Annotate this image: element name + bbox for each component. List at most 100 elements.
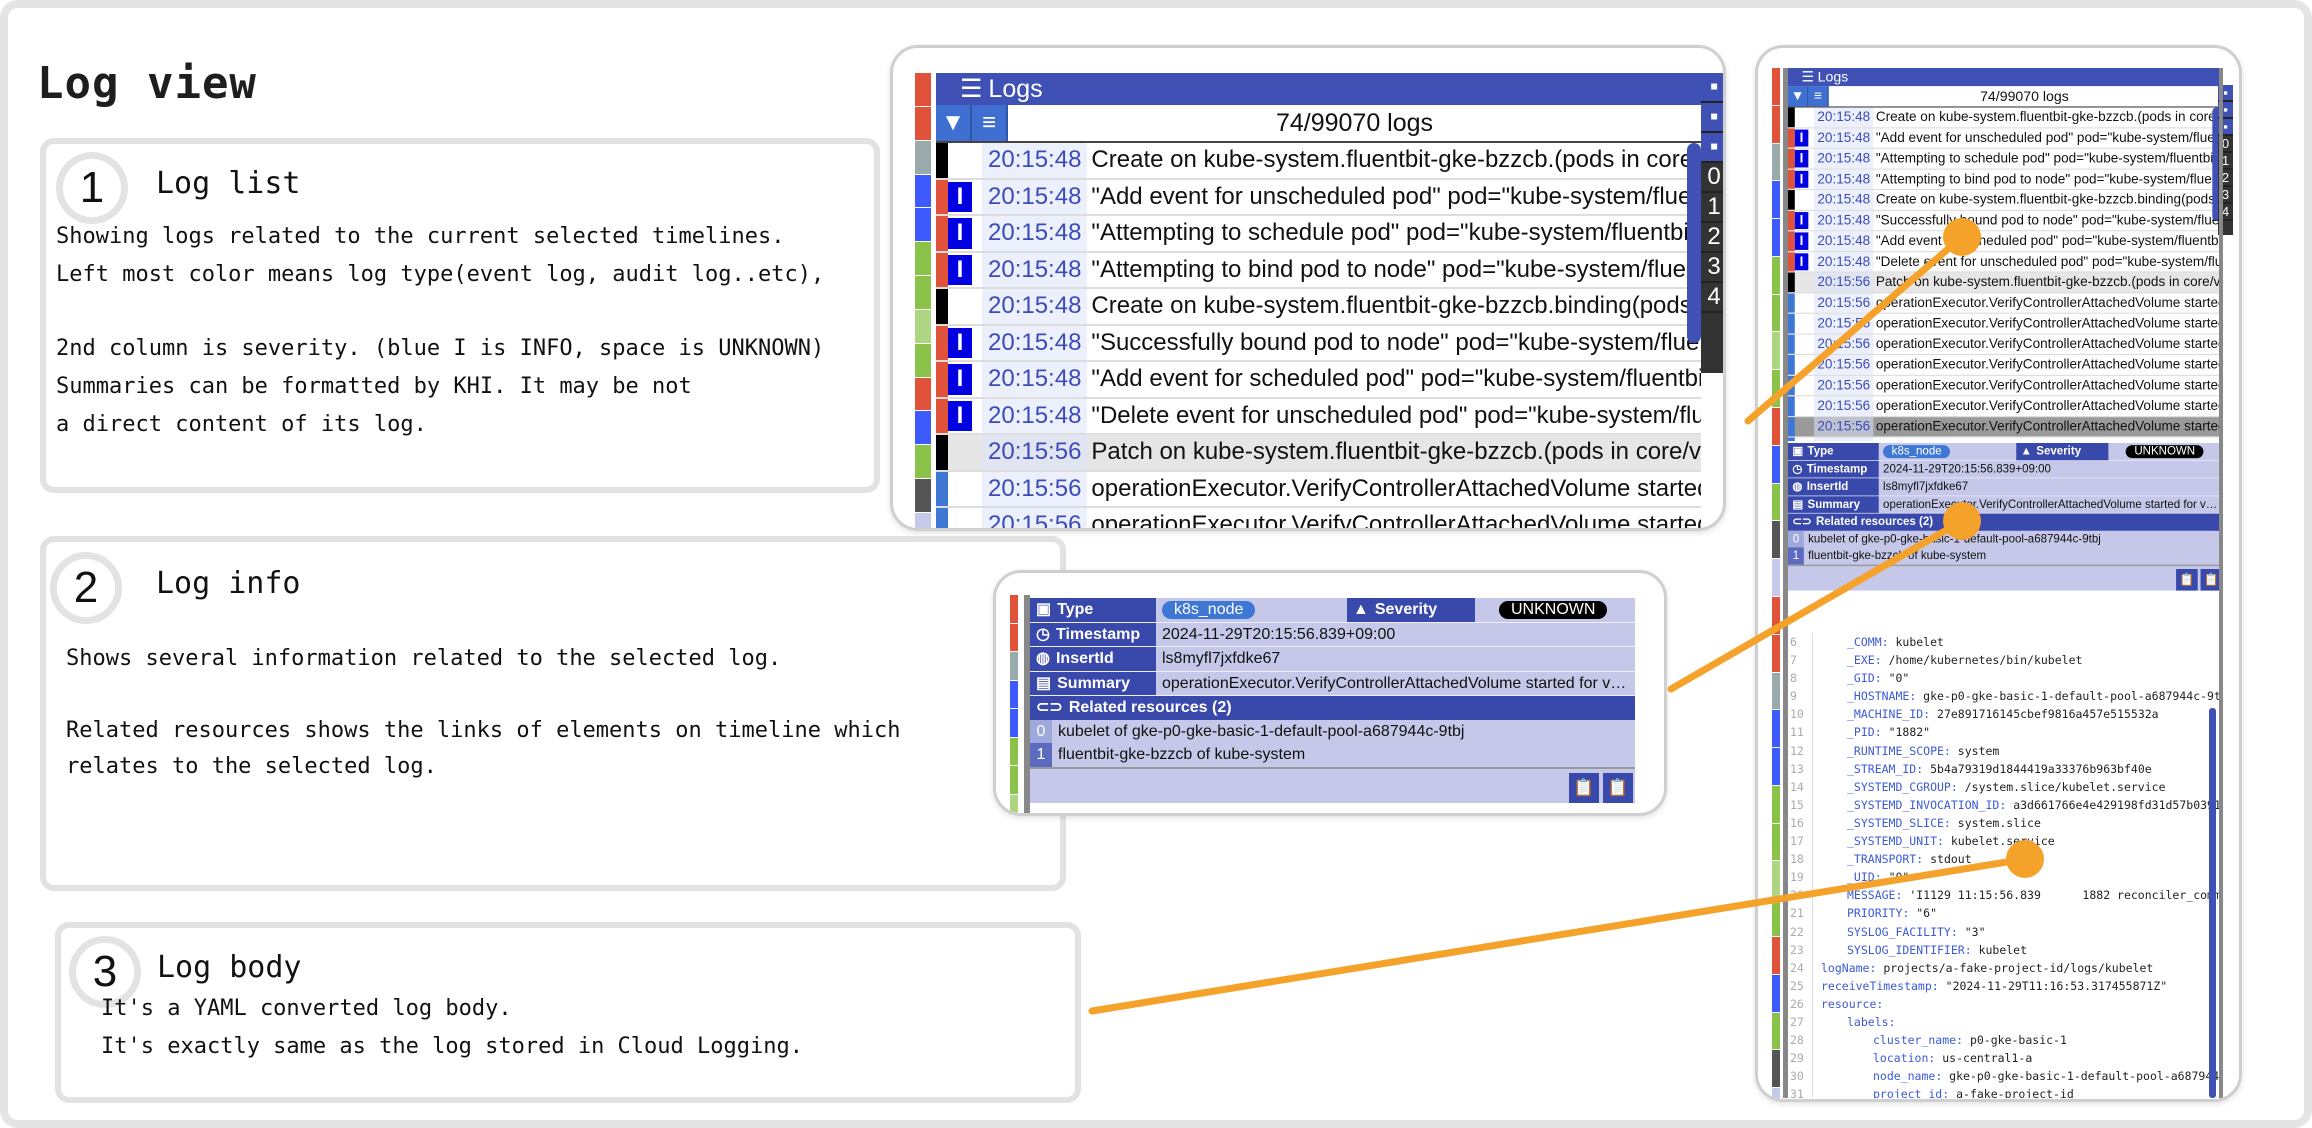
- copy-yaml-button[interactable]: 📋: [2200, 568, 2220, 591]
- yaml-value: kubelet.service: [1950, 834, 2055, 849]
- log-count: 74/99070 logs: [1275, 109, 1434, 137]
- log-row[interactable]: 20:15:48 Create on kube-system.fluentbit-…: [936, 289, 1701, 326]
- timeline-stripe: [915, 208, 931, 243]
- line-number: 16: [1788, 813, 1813, 833]
- log-row[interactable]: I 20:15:48 "Attempting to bind pod to node…: [936, 252, 1701, 289]
- filter-button[interactable]: ▼: [1788, 86, 1809, 107]
- sort-button[interactable]: ≡: [972, 105, 1008, 141]
- related-resource-link[interactable]: 0 kubelet of gke-p0-gke-basic-1-default-p…: [1788, 530, 2215, 548]
- log-row[interactable]: I 20:15:48 "Add event for unscheduled pod"…: [1788, 128, 2220, 149]
- yaml-colon: :: [1869, 960, 1884, 975]
- log-time: 20:15:56: [1813, 313, 1874, 334]
- log-info-footer: 📋 📋: [1788, 564, 2220, 591]
- copy-yaml-button[interactable]: 📋: [1603, 772, 1633, 803]
- log-row[interactable]: 20:15:48 Create on kube-system.fluentbit-…: [936, 143, 1701, 180]
- log-row[interactable]: 20:15:56 operationExecutor.VerifyControll…: [1788, 396, 2220, 417]
- yaml-value: 27e891716145cbef9816a457e515532a: [1937, 707, 2159, 722]
- side-number-3[interactable]: 3: [1701, 253, 1723, 283]
- log-row[interactable]: 20:15:48 Create on kube-system.fluentbit-…: [1788, 107, 2220, 129]
- log-type-indicator: [936, 325, 948, 360]
- graph-icon[interactable]: ▪: [1701, 73, 1723, 103]
- related-resource-link[interactable]: 1 fluentbit-gke-bzzcb of kube-system: [1788, 547, 2215, 565]
- log-summary: operationExecutor.VerifyControllerAttach…: [1875, 418, 2220, 434]
- yaml-colon: :: [1902, 906, 1917, 921]
- log-row[interactable]: 20:15:56 operationExecutor.VerifyControll…: [1788, 293, 2220, 314]
- side-number-4[interactable]: 4: [1701, 283, 1723, 313]
- section-heading: Log body: [157, 950, 302, 985]
- log-type-indicator: [936, 289, 948, 324]
- log-time: 20:15:56: [1813, 375, 1874, 396]
- log-row[interactable]: 20:15:56 operationExecutor.VerifyControll…: [1788, 334, 2220, 356]
- yaml-line: 19 _UID: "0": [1788, 868, 2220, 887]
- log-row[interactable]: I 20:15:48 "Add event for scheduled pod" p…: [936, 362, 1701, 399]
- log-type-indicator: [1788, 334, 1795, 354]
- copy-button[interactable]: 📋: [1569, 772, 1599, 803]
- log-list-scrollbar[interactable]: [1687, 143, 1701, 343]
- yaml-colon: :: [1928, 1051, 1943, 1066]
- log-row[interactable]: I 20:15:48 "Add event for scheduled pod" p…: [1788, 231, 2220, 252]
- : Summary: [1057, 674, 1131, 692]
- timeline-stripe: [1772, 1050, 1780, 1089]
- yaml-content: _GID: "0": [1813, 669, 1909, 687]
- log-summary: operationExecutor.VerifyControllerAttach…: [1875, 377, 2220, 393]
- folder-icon[interactable]: ▪: [1701, 103, 1723, 133]
- yaml-key: _SYSTEMD_UNIT: [1847, 834, 1938, 849]
- log-summary: operationExecutor.MountVolume started fo…: [1874, 438, 2220, 441]
- yaml-key: _COMM: [1847, 635, 1882, 649]
- log-row[interactable]: 20:15:56 Patch on kube-system.fluentbit-g…: [1788, 272, 2220, 294]
- log-row[interactable]: 20:15:56 operationExecutor.VerifyControll…: [1788, 355, 2220, 376]
- side-number-1[interactable]: 1: [1701, 193, 1723, 223]
- log-summary: operationExecutor.VerifyControllerAttach…: [1875, 336, 2220, 352]
- yaml-line: 31 project_id: a-fake-project-id: [1788, 1085, 2220, 1098]
- link-icon: ⊂⊃: [1792, 515, 1812, 528]
- log-summary: operationExecutor.VerifyControllerAttach…: [1091, 474, 1701, 502]
- filter-button[interactable]: ▼: [936, 105, 972, 141]
- yaml-line: 10 _MACHINE_ID: 27e891716145cbef9816a457e…: [1788, 705, 2220, 724]
- log-row[interactable]: I 20:15:48 "Delete event for unscheduled p…: [1788, 251, 2220, 273]
- yaml-content: project_id: a-fake-project-id: [1813, 1085, 2074, 1098]
- log-row[interactable]: I 20:15:48 "Attempting to schedule pod" po…: [1788, 148, 2220, 170]
- timeline-stripe: [915, 140, 931, 175]
- yaml-line: 30 node_name: gke-p0-gke-basic-1-default-…: [1788, 1067, 2220, 1086]
- timeline-stripe: [1772, 559, 1780, 597]
- log-row[interactable]: 20:15:56 operationExecutor.VerifyControll…: [936, 508, 1701, 528]
- log-type-indicator: [936, 143, 948, 178]
- yaml-value: a3d661766e4e429198fd31d57b039147: [2013, 797, 2220, 812]
- related-resource-link[interactable]: 0 kubelet of gke-p0-gke-basic-1-default-p…: [1030, 719, 1623, 743]
- log-row[interactable]: 20:15:56 operationExecutor.VerifyControll…: [1788, 375, 2220, 397]
- timeline-strip: [1010, 595, 1018, 813]
- insertid-label: ◍ InsertId: [1788, 478, 1879, 496]
- related-resource-link[interactable]: 1 fluentbit-gke-bzzcb of kube-system: [1030, 743, 1623, 767]
- log-row[interactable]: I 20:15:48 "Delete event for unscheduled p…: [936, 398, 1701, 435]
- log-row[interactable]: 20:15:56 operationExecutor.VerifyControll…: [1788, 416, 2220, 438]
- log-time: 20:15:48: [1813, 128, 1874, 148]
- : InsertId: [1806, 480, 1849, 493]
- log-row[interactable]: 20:15:56 operationExecutor.VerifyControll…: [1788, 313, 2220, 335]
- copy-button[interactable]: 📋: [2176, 568, 2198, 591]
- log-row[interactable]: I 20:15:48 "Successfully bound pod to node…: [1788, 210, 2220, 232]
- yaml-line: 20 MESSAGE: 'I1129 11:15:56.839 1882 reco…: [1788, 886, 2220, 905]
- yaml-scrollbar[interactable]: [2209, 708, 2216, 1098]
- yaml-content: _RUNTIME_SCOPE: system: [1813, 742, 1999, 760]
- yaml-value: a-fake-project-id: [1956, 1087, 2074, 1098]
- side-number-2[interactable]: 2: [1701, 223, 1723, 253]
- log-row[interactable]: 20:15:48 Create on kube-system.fluentbit-…: [1788, 190, 2220, 211]
- side-number-0[interactable]: 0: [1701, 163, 1723, 193]
- log-row[interactable]: 20:15:56 Patch on kube-system.fluentbit-g…: [936, 435, 1701, 472]
- log-row[interactable]: 20:15:56operationExecutor.MountVolume st…: [1788, 437, 2220, 441]
- log-row[interactable]: I 20:15:48 "Attempting to bind pod to node…: [1788, 169, 2220, 191]
- sort-button[interactable]: ≡: [1808, 86, 1829, 107]
- log-row[interactable]: 20:15:56 operationExecutor.VerifyControll…: [936, 471, 1701, 508]
- timeline-stripe: [915, 174, 931, 209]
- log-row[interactable]: I 20:15:48 "Add event for unscheduled pod"…: [936, 179, 1701, 216]
- timeline-stripe: [1772, 68, 1780, 106]
- timeline-stripe: [1010, 595, 1018, 624]
- severity-cell: [1795, 356, 1809, 373]
- line-number: 30: [1788, 1067, 1813, 1086]
- severity-badge: UNKNOWN: [2125, 445, 2204, 459]
- document-icon[interactable]: ▪: [1701, 133, 1723, 163]
- log-time: 20:15:48: [1813, 210, 1874, 231]
- log-row[interactable]: I 20:15:48 "Attempting to schedule pod" po…: [936, 216, 1701, 253]
- log-type-indicator: [936, 179, 948, 214]
- log-row[interactable]: I 20:15:48 "Successfully bound pod to node…: [936, 325, 1701, 362]
